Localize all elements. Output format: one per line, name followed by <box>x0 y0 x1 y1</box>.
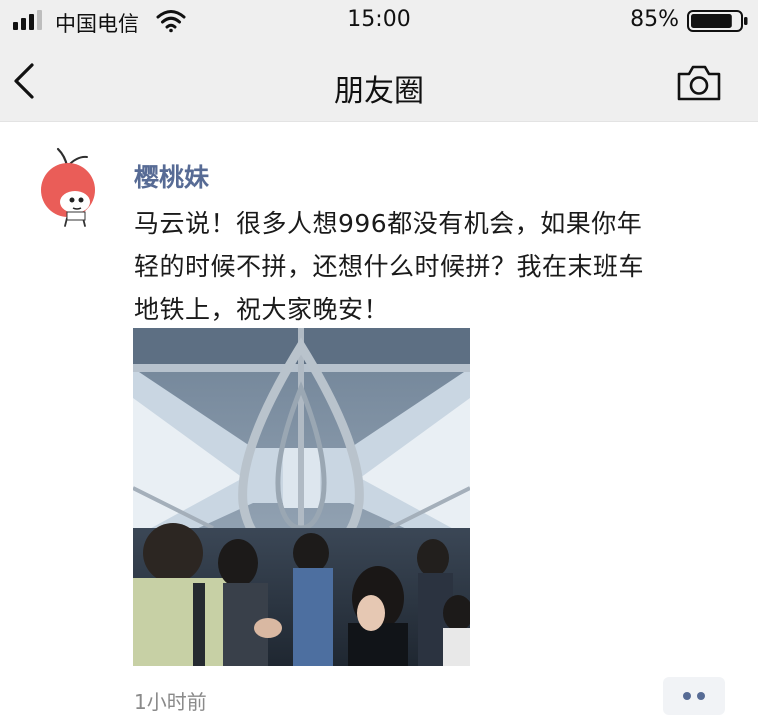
battery-percent: 85% <box>630 7 679 32</box>
post-author-nickname[interactable]: 樱桃妹 <box>134 158 209 194</box>
battery-icon <box>687 10 748 32</box>
more-dot <box>683 692 691 700</box>
post-text-line: 轻的时候不拼，还想什么时候拼？我在末班车 <box>134 252 645 281</box>
post-timestamp: 1小时前 <box>134 690 207 714</box>
more-dots-icon[interactable] <box>663 677 725 715</box>
post-text-line: 马云说！很多人想996都没有机会，如果你年 <box>134 209 643 238</box>
camera-icon[interactable] <box>676 64 722 102</box>
avatar[interactable] <box>27 146 109 228</box>
post-photo[interactable] <box>133 328 470 666</box>
page-title: 朋友圈 <box>334 74 424 109</box>
status-bar: 中国电信 15:00 85% <box>0 0 758 40</box>
nav-bar: 朋友圈 <box>0 44 758 122</box>
post-text-line: 地铁上，祝大家晚安！ <box>134 295 390 324</box>
top-chrome: 中国电信 15:00 85% 朋友圈 <box>0 0 758 122</box>
more-dot <box>697 692 705 700</box>
post-text: 马云说！很多人想996都没有机会，如果你年 轻的时候不拼，还想什么时候拼？我在末… <box>134 202 694 331</box>
